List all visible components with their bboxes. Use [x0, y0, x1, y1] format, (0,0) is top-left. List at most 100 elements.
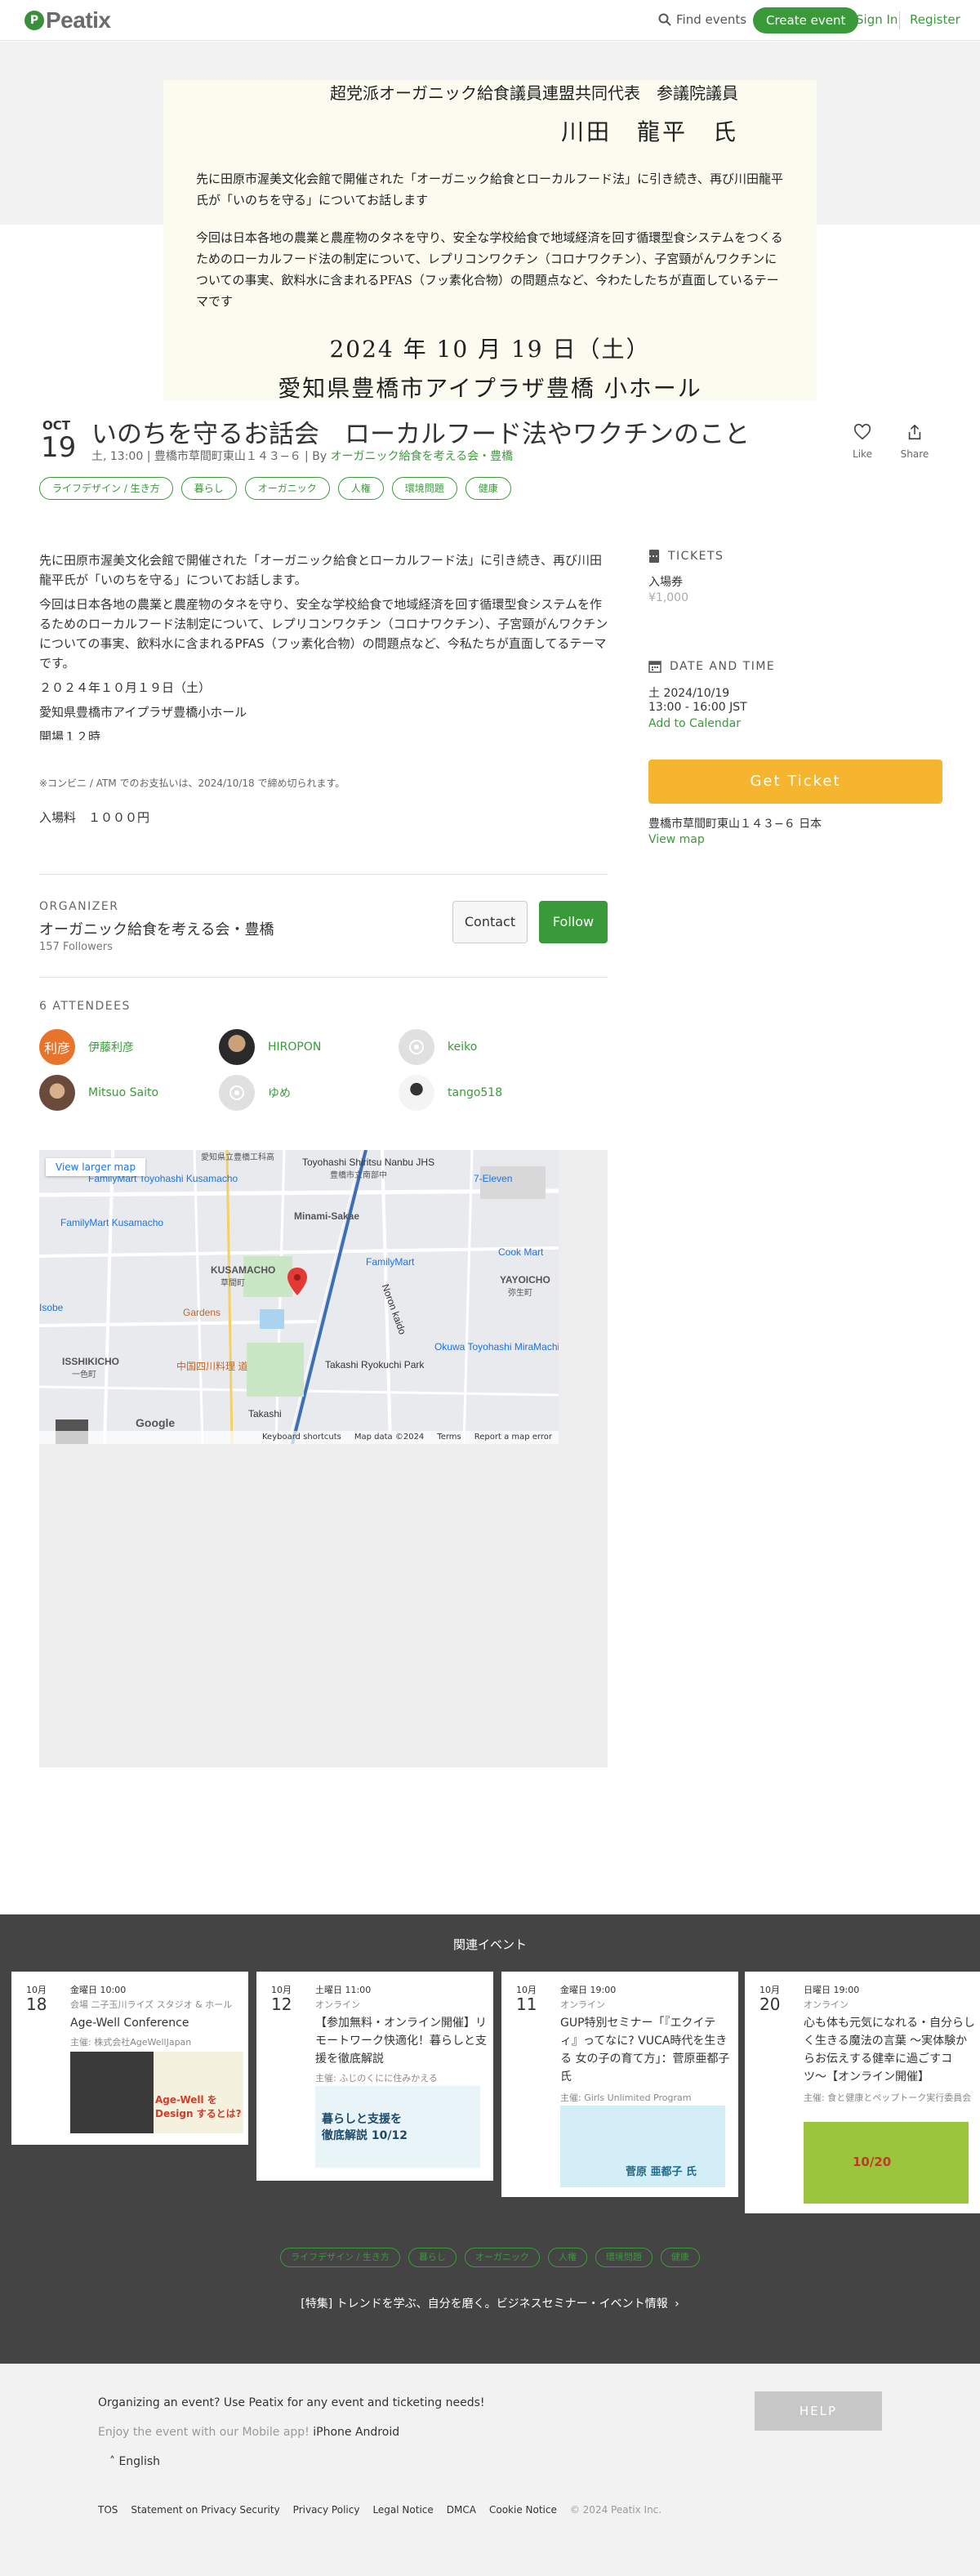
like-label: Like [853, 448, 872, 460]
attendee[interactable]: ゆめ [219, 1075, 291, 1111]
related-event-card[interactable]: 10月 20 日曜日 19:00 オンライン 心も体も元気になれる・自分らしく生… [745, 1972, 980, 2213]
sign-in-link[interactable]: Sign In [856, 12, 898, 27]
register-link[interactable]: Register [910, 12, 960, 27]
get-ticket-button[interactable]: Get Ticket [648, 760, 942, 804]
tag-chip[interactable]: ライフデザイン / 生き方 [280, 2248, 400, 2267]
card-host: 主催: Girls Unlimited Program [560, 2092, 692, 2103]
keyboard-shortcuts-link[interactable]: Keyboard shortcuts [262, 1431, 341, 1444]
datetime-heading-label: DATE AND TIME [670, 660, 776, 673]
dmca-link[interactable]: DMCA [447, 2504, 476, 2516]
help-button[interactable]: HELP [755, 2391, 882, 2431]
privacy-security-link[interactable]: Statement on Privacy Security [131, 2504, 279, 2516]
share-label: Share [900, 448, 929, 460]
map-label: 一色町 [72, 1370, 96, 1379]
organizer-name[interactable]: オーガニック給食を考える会・豊橋 [39, 918, 274, 939]
legal-notice-link[interactable]: Legal Notice [372, 2504, 433, 2516]
language-selector[interactable]: ˄ English [109, 2455, 160, 2468]
map-label: ISSHIKICHO [62, 1356, 120, 1367]
cookie-notice-link[interactable]: Cookie Notice [489, 2504, 557, 2516]
chevron-up-icon: ˄ [109, 2455, 115, 2468]
attendee-name: Mitsuo Saito [88, 1086, 159, 1099]
card-day: 11 [516, 1994, 537, 2014]
tag-chip[interactable]: オーガニック [464, 2248, 540, 2267]
default-avatar-icon [229, 1085, 244, 1100]
header-divider [899, 11, 900, 29]
card-host: 主催: 食と健康とペップトーク実行委員会 [804, 2092, 972, 2103]
map-attribution: Keyboard shortcuts Map data ©2024 Terms … [39, 1431, 559, 1444]
card-day: 12 [271, 1994, 292, 2014]
card-title: GUP特別セミナー「『エクイティ』ってなに? VUCA時代を生きる 女の子の育て… [560, 2017, 730, 2084]
attendee-name: ゆめ [268, 1087, 291, 1100]
find-events-link[interactable]: Find events [658, 12, 746, 27]
peatix-logo[interactable]: P Peatix [24, 7, 111, 34]
iphone-app-link[interactable]: iPhone [313, 2426, 351, 2439]
attendee[interactable]: 利彦 伊藤利彦 [39, 1029, 134, 1065]
related-event-card[interactable]: 10月 18 金曜日 10:00 会場 二子玉川ライズ スタジオ & ホール A… [11, 1972, 248, 2145]
map-label: Takashi [248, 1408, 282, 1419]
card-thumbnail: 暮らしと支援を徹底解説 10/12 [315, 2086, 480, 2168]
report-map-error-link[interactable]: Report a map error [474, 1431, 552, 1444]
related-tags: ライフデザイン / 生き方 暮らし オーガニック 人権 環境問題 健康 [0, 2248, 980, 2267]
card-day: 18 [26, 1994, 47, 2014]
card-weekday: 土曜日 11:00 [315, 1985, 372, 1995]
attendee[interactable]: keiko [399, 1029, 477, 1065]
map-label: 弥生町 [508, 1289, 532, 1298]
map-terms-link[interactable]: Terms [437, 1431, 461, 1444]
attendee[interactable]: Mitsuo Saito [39, 1075, 158, 1111]
tag-chip[interactable]: 人権 [547, 2248, 587, 2267]
organizer-link[interactable]: オーガニック給食を考える会・豊橋 [331, 450, 514, 463]
banner-speaker-role: 超党派オーガニック給食議員連盟共同代表 参議院議員 [330, 83, 738, 103]
google-watermark: Google [136, 1416, 176, 1429]
view-larger-map-link[interactable]: View larger map [46, 1158, 146, 1176]
avatar: 利彦 [39, 1029, 75, 1065]
map-label: Isobe [39, 1302, 64, 1313]
related-event-card[interactable]: 10月 11 金曜日 19:00 オンライン GUP特別セミナー「『エクイティ』… [501, 1972, 738, 2197]
map-section: 愛知県立豊橋工科高 Toyohashi Shiritsu Nanbu JHS 豊… [39, 1150, 608, 1767]
avatar [39, 1075, 75, 1111]
card-weekday: 金曜日 19:00 [560, 1985, 617, 1995]
description-paragraph: 先に田原市渥美文化会館で開催された「オーガニック給食とローカルフード法」に引き続… [39, 553, 602, 587]
description-paragraph: 今回は日本各地の農業と農産物のタネを守り、安全な学校給食で地域経済を回す循環型食… [39, 597, 608, 671]
related-event-card[interactable]: 10月 12 土曜日 11:00 オンライン 【参加無料・オンライン開催】リモー… [256, 1972, 493, 2181]
event-tags: ライフデザイン / 生き方 暮らし オーガニック 人権 環境問題 健康 [39, 477, 511, 500]
language-label: English [118, 2455, 161, 2468]
tag-chip[interactable]: 環境問題 [595, 2248, 653, 2267]
tag-chip[interactable]: 環境問題 [391, 477, 457, 500]
footer-links: TOS Statement on Privacy Security Privac… [98, 2504, 662, 2516]
special-feature-link[interactable]: [特集] トレンドを学ぶ、自分を磨く。ビジネスセミナー・イベント情報 › [0, 2295, 980, 2311]
view-map-link[interactable]: View map [648, 833, 705, 846]
tag-chip[interactable]: オーガニック [244, 477, 330, 500]
map-label: YAYOICHO [500, 1274, 550, 1286]
share-button[interactable]: Share [898, 423, 931, 460]
description-paragraph: 愛知県豊橋市アイプラザ豊橋小ホール [39, 705, 247, 720]
thumbnail-text: 菅原 亜都子 氏 [626, 2166, 697, 2178]
card-venue: オンライン [560, 1999, 605, 2010]
mobile-app-text: Enjoy the event with our Mobile app! [98, 2426, 310, 2439]
map-label: Gardens [183, 1307, 221, 1318]
android-app-link[interactable]: Android [355, 2426, 399, 2439]
google-map[interactable]: 愛知県立豊橋工科高 Toyohashi Shiritsu Nanbu JHS 豊… [39, 1150, 559, 1444]
like-button[interactable]: Like [846, 423, 879, 460]
contact-button[interactable]: Contact [452, 901, 528, 943]
banner-date: 2024 年 10 月 19 日（土） [329, 336, 651, 363]
card-title: Age-Well Conference [70, 2017, 189, 2030]
attendee[interactable]: tango518 [399, 1075, 502, 1111]
footer-mobile-app: Enjoy the event with our Mobile app! iPh… [98, 2426, 399, 2439]
tag-chip[interactable]: 暮らし [408, 2248, 457, 2267]
tag-chip[interactable]: 暮らし [180, 477, 237, 500]
privacy-policy-link[interactable]: Privacy Policy [293, 2504, 360, 2516]
create-event-button[interactable]: Create event [753, 7, 859, 33]
tag-chip[interactable]: 健康 [660, 2248, 700, 2267]
follow-button[interactable]: Follow [539, 901, 608, 943]
card-weekday: 金曜日 10:00 [70, 1985, 127, 1995]
tag-chip[interactable]: 人権 [337, 477, 384, 500]
add-to-calendar-link[interactable]: Add to Calendar [648, 717, 741, 730]
map-roads [39, 1150, 559, 1444]
tag-chip[interactable]: ライフデザイン / 生き方 [39, 477, 173, 500]
tos-link[interactable]: TOS [98, 2504, 118, 2516]
card-venue: オンライン [315, 1999, 360, 2010]
tag-chip[interactable]: 健康 [465, 477, 511, 500]
footer-organize-text: Organizing an event? Use Peatix for any … [98, 2396, 485, 2409]
attendee[interactable]: HIROPON [219, 1029, 321, 1065]
map-label: Takashi Ryokuchi Park [325, 1359, 425, 1370]
